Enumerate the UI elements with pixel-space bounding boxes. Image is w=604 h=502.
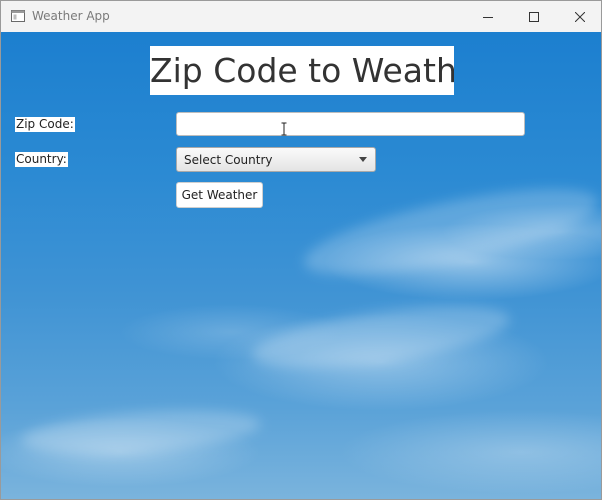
close-button[interactable] xyxy=(557,1,601,32)
chevron-down-icon xyxy=(359,157,367,162)
get-weather-button[interactable]: Get Weather xyxy=(176,182,263,208)
country-select[interactable]: Select Country xyxy=(176,147,376,172)
cloud xyxy=(298,171,601,293)
minimize-button[interactable] xyxy=(465,1,511,32)
maximize-icon xyxy=(529,11,539,22)
sky-background: Zip Code to Weather Zip Code: Country: S… xyxy=(1,32,601,499)
cloud xyxy=(19,403,263,461)
cloud xyxy=(248,294,514,380)
app-window-icon xyxy=(11,10,25,22)
country-select-value: Select Country xyxy=(184,152,273,167)
close-icon xyxy=(575,11,585,22)
country-label: Country: xyxy=(15,152,68,167)
page-title: Zip Code to Weather xyxy=(150,46,454,95)
maximize-button[interactable] xyxy=(511,1,557,32)
zip-code-input[interactable] xyxy=(176,112,525,136)
title-bar[interactable]: Weather App xyxy=(1,1,601,32)
minimize-icon xyxy=(483,16,493,18)
zip-code-label: Zip Code: xyxy=(15,117,75,132)
app-window: Weather App Zip Code to Weather Zip Code… xyxy=(0,0,602,500)
text-cursor-icon xyxy=(281,122,287,136)
window-title: Weather App xyxy=(32,9,110,23)
